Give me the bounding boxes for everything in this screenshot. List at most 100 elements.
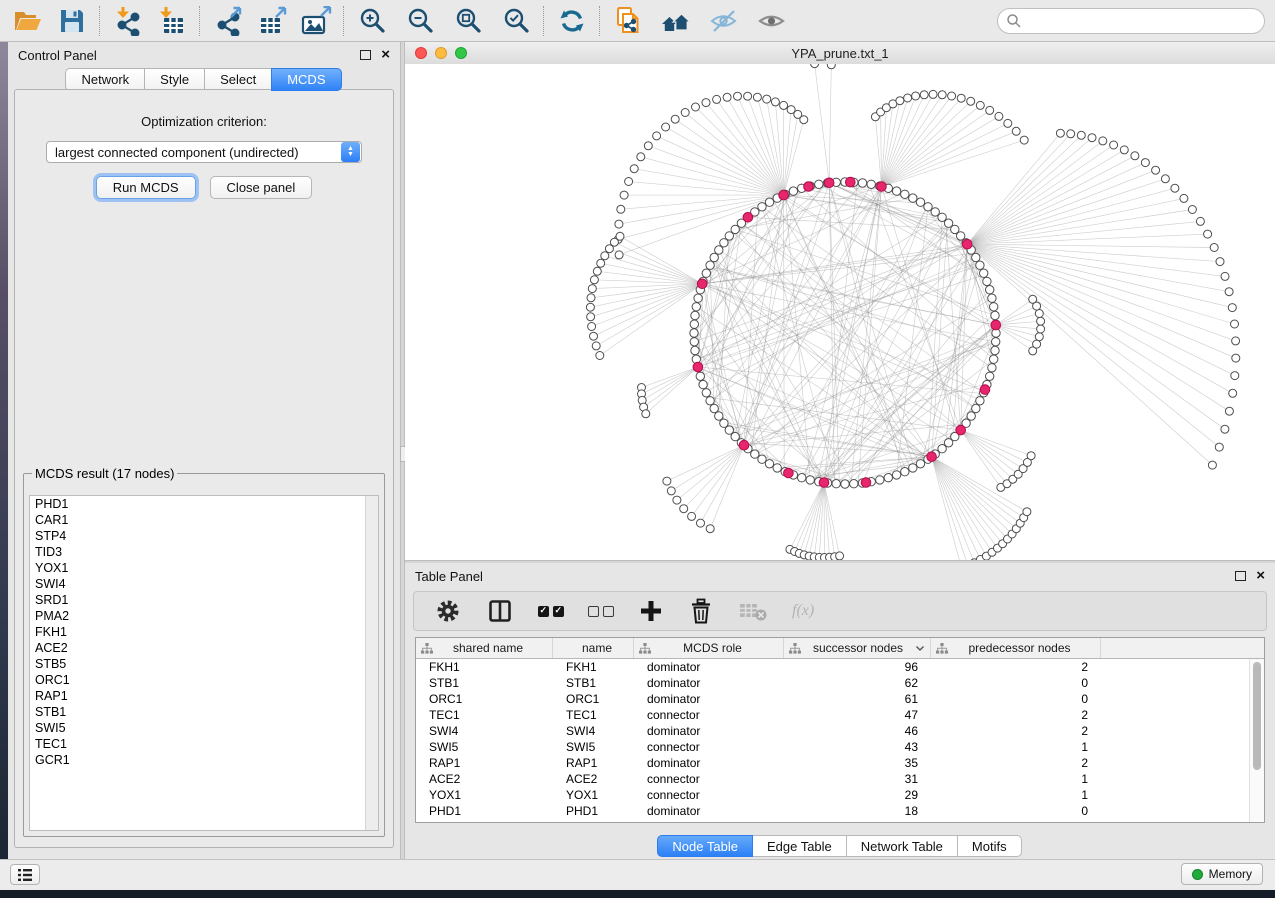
network-node[interactable] xyxy=(1012,127,1020,135)
network-node[interactable] xyxy=(976,101,984,109)
table-cell[interactable]: PHD1 xyxy=(553,804,634,818)
network-node-mcds[interactable] xyxy=(779,190,789,200)
table-cell[interactable]: TEC1 xyxy=(553,708,634,722)
network-node[interactable] xyxy=(1225,407,1233,415)
network-node[interactable] xyxy=(615,220,623,228)
table-cell[interactable]: SWI4 xyxy=(416,724,553,738)
network-node[interactable] xyxy=(916,198,924,206)
select-all-rows-icon[interactable] xyxy=(538,606,564,617)
table-cell[interactable]: 61 xyxy=(784,692,931,706)
table-tab-network-table[interactable]: Network Table xyxy=(846,835,958,857)
network-node[interactable] xyxy=(596,352,604,360)
network-node-mcds[interactable] xyxy=(962,239,972,249)
network-node[interactable] xyxy=(916,460,924,468)
network-node[interactable] xyxy=(588,285,596,293)
table-row[interactable]: FKH1FKH1dominator962 xyxy=(416,659,1264,675)
table-row[interactable]: SWI5SWI5connector431 xyxy=(416,739,1264,755)
table-scrollbar[interactable] xyxy=(1249,659,1264,822)
export-image-icon[interactable] xyxy=(298,4,334,38)
network-node[interactable] xyxy=(681,109,689,117)
network-node-mcds[interactable] xyxy=(819,478,829,488)
table-cell[interactable]: 0 xyxy=(931,692,1101,706)
network-node[interactable] xyxy=(876,476,884,484)
network-node[interactable] xyxy=(1099,137,1107,145)
network-node[interactable] xyxy=(763,95,771,103)
network-node[interactable] xyxy=(673,496,681,504)
network-node[interactable] xyxy=(850,480,858,488)
network-node[interactable] xyxy=(1216,258,1224,266)
export-network-icon[interactable] xyxy=(210,4,246,38)
table-cell[interactable]: 43 xyxy=(784,740,931,754)
table-cell[interactable]: 31 xyxy=(784,772,931,786)
network-node[interactable] xyxy=(1229,389,1237,397)
table-cell[interactable]: 1 xyxy=(931,740,1101,754)
search-input[interactable] xyxy=(1022,12,1256,29)
import-table-icon[interactable] xyxy=(154,4,190,38)
network-node[interactable] xyxy=(1033,340,1041,348)
network-node[interactable] xyxy=(653,132,661,140)
network-window-titlebar[interactable]: YPA_prune.txt_1 xyxy=(405,42,1275,65)
network-node[interactable] xyxy=(1171,184,1179,192)
table-cell[interactable]: 29 xyxy=(784,788,931,802)
network-node[interactable] xyxy=(909,464,917,472)
network-node[interactable] xyxy=(1232,337,1240,345)
network-node[interactable] xyxy=(720,239,728,247)
table-cell[interactable]: dominator xyxy=(634,724,784,738)
network-node-mcds[interactable] xyxy=(991,320,1001,330)
network-node[interactable] xyxy=(637,153,645,161)
network-node[interactable] xyxy=(699,380,707,388)
network-node-mcds[interactable] xyxy=(861,478,871,488)
network-node-mcds[interactable] xyxy=(980,385,990,395)
network-node[interactable] xyxy=(671,115,679,123)
network-node[interactable] xyxy=(986,286,994,294)
table-cell[interactable]: ORC1 xyxy=(416,692,553,706)
table-cell[interactable]: connector xyxy=(634,788,784,802)
first-neighbors-icon[interactable] xyxy=(658,4,694,38)
zoom-fit-icon[interactable] xyxy=(450,4,486,38)
network-node[interactable] xyxy=(901,468,909,476)
table-cell[interactable]: ACE2 xyxy=(553,772,634,786)
network-node[interactable] xyxy=(1188,206,1196,214)
table-cell[interactable]: 1 xyxy=(931,772,1101,786)
network-node[interactable] xyxy=(697,519,705,527)
mcds-result-item[interactable]: STB5 xyxy=(30,656,378,672)
network-node[interactable] xyxy=(780,101,788,109)
network-node-mcds[interactable] xyxy=(743,213,753,223)
network-node[interactable] xyxy=(967,412,975,420)
table-cell[interactable]: 2 xyxy=(931,724,1101,738)
network-canvas[interactable] xyxy=(405,64,1275,560)
network-node[interactable] xyxy=(789,187,797,195)
table-row[interactable]: PHD1PHD1dominator180 xyxy=(416,803,1264,819)
add-column-icon[interactable] xyxy=(638,596,664,626)
network-node[interactable] xyxy=(662,123,670,131)
network-node[interactable] xyxy=(972,253,980,261)
table-cell[interactable]: 62 xyxy=(784,676,931,690)
network-node[interactable] xyxy=(1027,452,1035,460)
network-node[interactable] xyxy=(691,311,699,319)
network-node[interactable] xyxy=(710,404,718,412)
mcds-result-item[interactable]: PHD1 xyxy=(30,496,378,512)
close-panel-icon[interactable]: × xyxy=(1256,571,1265,581)
control-tab-select[interactable]: Select xyxy=(204,68,272,91)
column-layout-icon[interactable] xyxy=(486,596,514,626)
network-node[interactable] xyxy=(1215,443,1223,451)
network-node[interactable] xyxy=(904,94,912,102)
table-cell[interactable]: SWI5 xyxy=(553,740,634,754)
network-node[interactable] xyxy=(1035,333,1043,341)
network-node[interactable] xyxy=(896,97,904,105)
table-cell[interactable]: YOX1 xyxy=(553,788,634,802)
network-node[interactable] xyxy=(592,342,600,350)
network-node[interactable] xyxy=(827,64,835,69)
network-node[interactable] xyxy=(1037,317,1045,325)
network-node[interactable] xyxy=(1077,131,1085,139)
network-node-mcds[interactable] xyxy=(693,362,703,372)
network-node[interactable] xyxy=(815,180,823,188)
network-node[interactable] xyxy=(1232,354,1240,362)
table-tab-node-table[interactable]: Node Table xyxy=(657,835,753,857)
network-node[interactable] xyxy=(892,471,900,479)
mcds-result-item[interactable]: ORC1 xyxy=(30,672,378,688)
zoom-selected-icon[interactable] xyxy=(498,4,534,38)
table-cell[interactable]: STB1 xyxy=(416,676,553,690)
table-cell[interactable]: dominator xyxy=(634,692,784,706)
control-tab-style[interactable]: Style xyxy=(144,68,205,91)
